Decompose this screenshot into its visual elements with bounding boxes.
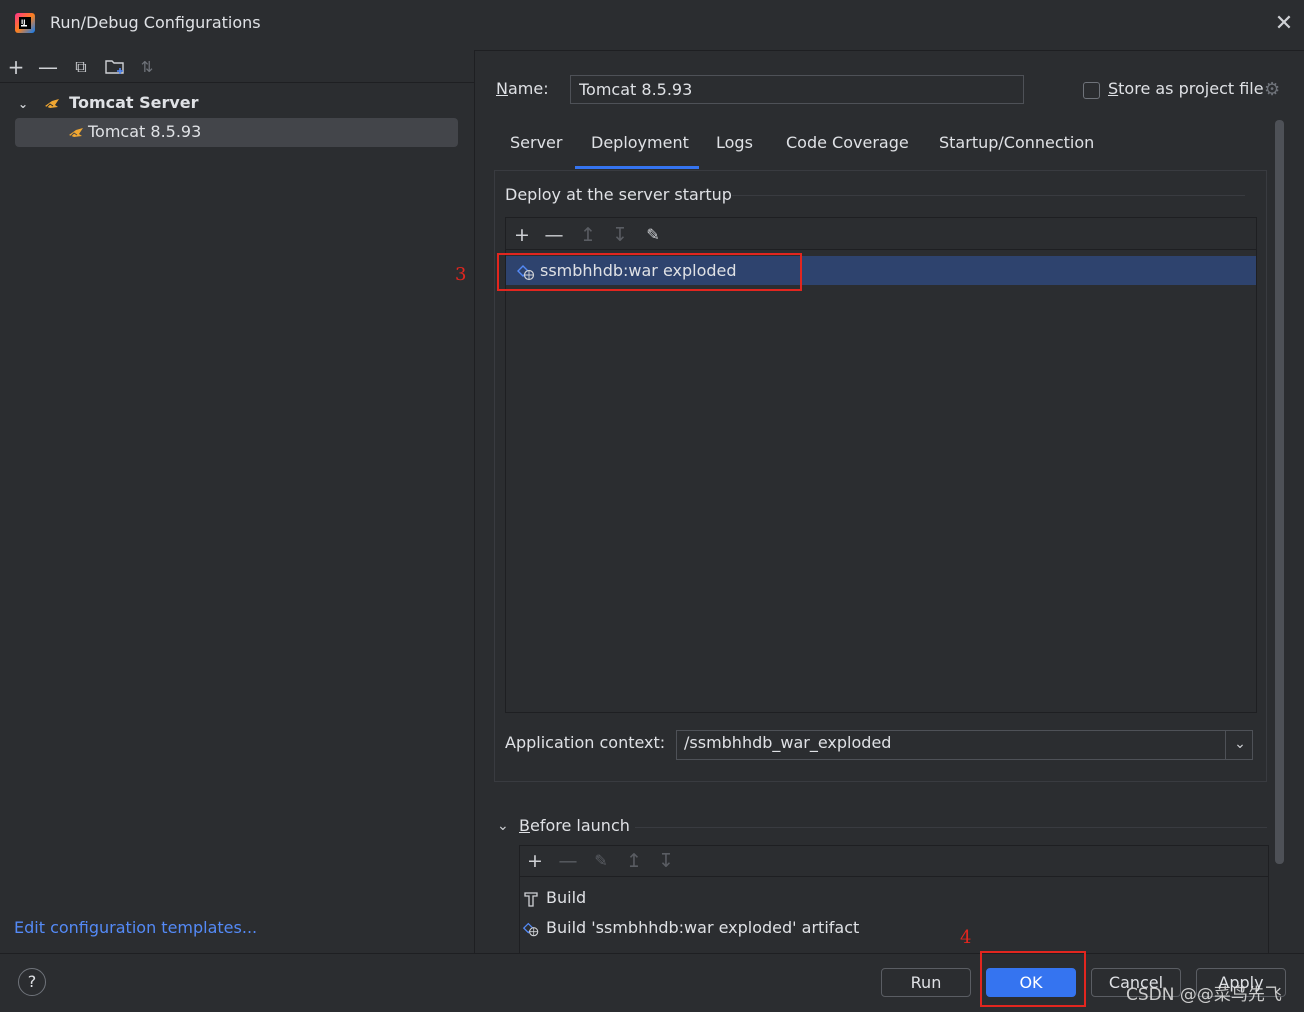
annotation-number-4: 4 [960,927,972,948]
store-as-project-file-checkbox[interactable] [1083,82,1100,99]
chevron-down-icon[interactable]: ⌄ [1229,733,1251,755]
list-item[interactable]: Build [522,886,586,910]
remove-icon[interactable]: — [557,850,579,872]
tab-logs[interactable]: Logs [716,130,753,170]
chevron-down-icon[interactable]: ⌄ [18,92,38,116]
new-folder-icon[interactable] [104,57,126,77]
tab-code-coverage[interactable]: Code Coverage [786,130,909,170]
tree-item-label: Tomcat 8.5.93 [88,122,202,141]
section-divider [732,195,1245,196]
annotation-number-3: 3 [455,264,467,285]
tree-item-tomcat[interactable]: Tomcat 8.5.93 [68,120,201,144]
add-icon[interactable]: + [5,56,27,78]
build-hammer-icon [524,891,538,907]
run-button[interactable]: Run [881,968,971,997]
application-context-label: Application context: [505,733,666,752]
toolbar-divider [0,82,474,83]
application-context-value[interactable]: /ssmbhhdb_war_exploded [684,733,891,752]
edit-templates-link[interactable]: Edit configuration templates... [14,918,257,937]
name-label: Name: [496,79,549,98]
tab-server[interactable]: Server [510,130,562,170]
close-icon[interactable]: ✕ [1272,12,1296,36]
move-down-icon[interactable]: ↧ [609,224,631,246]
deploy-section-title: Deploy at the server startup [505,185,732,204]
gear-icon[interactable]: ⚙ [1264,80,1284,100]
combo-divider [1225,731,1226,759]
toolbar-divider [520,876,1268,877]
task-label: Build [546,888,587,907]
artifact-list [505,217,1257,713]
chevron-down-icon[interactable]: ⌄ [497,818,509,834]
svg-text:IJ: IJ [21,19,25,26]
edit-pencil-icon[interactable]: ✎ [590,850,612,872]
annotation-box-3 [497,253,802,291]
list-item[interactable]: Build 'ssmbhhdb:war exploded' artifact [522,916,859,940]
intellij-logo-icon: IJ [15,13,35,33]
tomcat-icon [69,127,83,137]
help-icon[interactable]: ? [18,968,46,996]
add-icon[interactable]: + [524,850,546,872]
watermark: CSDN @@菜鸟先飞 [1126,985,1282,1005]
move-up-icon[interactable]: ↥ [577,224,599,246]
section-divider [635,827,1267,828]
window-title: Run/Debug Configurations [50,13,261,32]
task-label: Build 'ssmbhhdb:war exploded' artifact [546,918,860,937]
active-tab-indicator [575,166,699,169]
vertical-scrollbar[interactable] [1275,120,1284,864]
move-up-icon[interactable]: ↥ [623,850,645,872]
tomcat-icon [44,98,59,108]
name-field[interactable] [570,75,1024,104]
tree-group-label: Tomcat Server [69,93,199,112]
edit-pencil-icon[interactable]: ✎ [642,224,664,246]
annotation-box-4 [980,951,1086,1007]
tree-group-tomcat-server[interactable]: ⌄ Tomcat Server [18,91,199,115]
remove-icon[interactable]: — [543,224,565,246]
configurations-sidebar [0,50,475,953]
store-as-project-file-label[interactable]: Store as project file [1108,79,1264,98]
sort-icon[interactable]: ⇅ [136,56,158,78]
tab-startup-connection[interactable]: Startup/Connection [939,130,1094,170]
copy-icon[interactable]: ⧉ [70,56,92,78]
add-icon[interactable]: + [511,224,533,246]
remove-icon[interactable]: — [37,56,59,78]
web-artifact-icon [522,922,539,936]
before-launch-title[interactable]: Before launch [519,816,630,835]
tab-deployment[interactable]: Deployment [591,130,689,170]
move-down-icon[interactable]: ↧ [655,850,677,872]
